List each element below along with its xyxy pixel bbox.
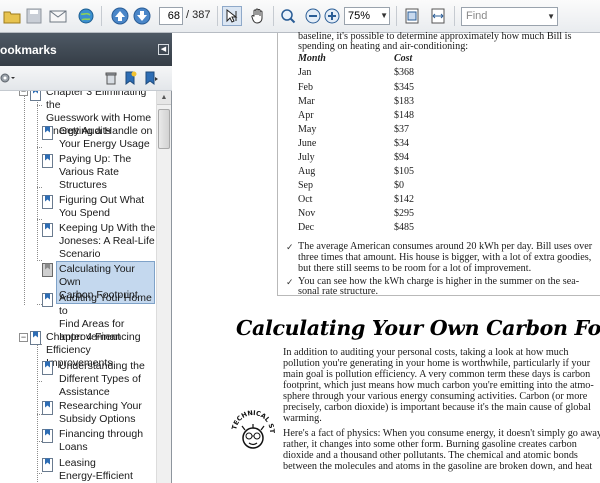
- bookmark-icon: [30, 91, 41, 101]
- technical-stuff-icon: TECHNICAL STUFF: [227, 402, 276, 454]
- delete-trash-icon[interactable]: [103, 70, 119, 86]
- page-total-label: / 387: [186, 9, 211, 21]
- hand-tool-icon[interactable]: [248, 6, 268, 26]
- table-cell-month: Apr: [298, 110, 314, 121]
- table-cell-month: June: [298, 138, 317, 149]
- chevron-down-icon[interactable]: ▼: [547, 8, 555, 25]
- doc-text-line: but there still seems to be room for a l…: [298, 263, 532, 274]
- table-cell-month: Sep: [298, 180, 313, 191]
- bookmark-icon: [42, 429, 53, 443]
- table-cell-month: Feb: [298, 82, 313, 93]
- table-cell-month: Nov: [298, 208, 316, 219]
- bookmark-item-leasing[interactable]: Leasing Energy-Efficient: [59, 457, 133, 483]
- bookmark-icon: [30, 331, 41, 345]
- table-cell-month: Mar: [298, 96, 315, 107]
- table-cell-cost: $485: [394, 222, 414, 233]
- table-cell-cost: $295: [394, 208, 414, 219]
- chevron-down-icon: ▼: [380, 11, 388, 20]
- checkmark-bullet-icon: ✓: [286, 277, 294, 287]
- scroll-up-icon[interactable]: ▲: [157, 91, 171, 105]
- doc-text-line: between the molecules and atoms in the g…: [283, 461, 593, 472]
- table-header-month: Month: [298, 53, 326, 64]
- bookmarks-tree: − Chapter 3 Eliminating the Guesswork wi…: [0, 91, 156, 483]
- table-cell-month: Aug: [298, 166, 316, 177]
- table-cell-cost: $368: [394, 67, 414, 78]
- bookmark-icon: [42, 458, 53, 472]
- collapse-toggle[interactable]: −: [19, 333, 28, 342]
- bookmark-item-figuring-out[interactable]: Figuring Out What You Spend: [59, 194, 144, 220]
- bookmarks-scrollbar[interactable]: ▲: [156, 91, 171, 483]
- table-cell-cost: $183: [394, 96, 414, 107]
- new-bookmark-icon[interactable]: [122, 70, 138, 86]
- bookmark-item-researching[interactable]: Researching Your Subsidy Options: [59, 400, 142, 426]
- table-cell-month: July: [298, 152, 315, 163]
- bookmarks-panel-title: ookmarks: [0, 43, 57, 57]
- bookmark-icon: [42, 154, 53, 168]
- options-gear-icon[interactable]: [0, 70, 16, 86]
- expand-bookmark-icon[interactable]: [143, 70, 159, 86]
- table-header-cost: Cost: [394, 53, 413, 64]
- bookmark-icon: [42, 401, 53, 415]
- bookmark-item-getting-a-handle[interactable]: Getting a Handle on Your Energy Usage: [59, 125, 152, 151]
- marquee-zoom-icon[interactable]: [278, 6, 298, 26]
- doc-text-line: sonal rate structure.: [298, 286, 379, 297]
- table-cell-cost: $148: [394, 110, 414, 121]
- bookmark-item-paying-up[interactable]: Paying Up: The Various Rate Structures: [59, 153, 131, 192]
- table-cell-month: May: [298, 124, 317, 135]
- zoom-level-select[interactable]: 75% ▼: [344, 7, 390, 25]
- bookmark-icon: [42, 361, 53, 375]
- table-cell-cost: $34: [394, 138, 409, 149]
- bookmarks-panel-header: ookmarks ◀: [0, 33, 172, 66]
- table-cell-month: Jan: [298, 67, 312, 78]
- table-cell-month: Dec: [298, 222, 315, 233]
- next-page-icon[interactable]: [132, 6, 152, 26]
- doc-text-line: precisely, carbon dioxide) is important …: [283, 402, 591, 413]
- bookmark-item-understanding[interactable]: Understanding the Different Types of Ass…: [59, 360, 145, 399]
- bookmark-icon: [42, 293, 53, 307]
- previous-page-icon[interactable]: [110, 6, 130, 26]
- bookmark-icon: [42, 223, 53, 237]
- zoom-out-icon[interactable]: [303, 6, 323, 26]
- bookmark-icon: [42, 195, 53, 209]
- bookmarks-panel: ookmarks ◀ − Chapter 3 Eliminating the G…: [0, 33, 172, 483]
- find-input[interactable]: Find ▼: [461, 7, 558, 26]
- page-border: [277, 33, 278, 295]
- collaborate-globe-icon[interactable]: [76, 6, 96, 26]
- select-text-tool-icon[interactable]: [222, 6, 242, 26]
- table-cell-cost: $0: [394, 180, 404, 191]
- email-icon[interactable]: [48, 6, 68, 26]
- table-cell-cost: $142: [394, 194, 414, 205]
- page-number-input[interactable]: 68: [159, 7, 183, 25]
- table-cell-cost: $345: [394, 82, 414, 93]
- fit-width-icon[interactable]: [428, 6, 448, 26]
- scrollbar-thumb[interactable]: [158, 109, 170, 149]
- bookmarks-toolbar: [0, 66, 172, 91]
- bookmark-icon: [42, 263, 53, 277]
- bookmark-item-keeping-up[interactable]: Keeping Up With the Joneses: A Real-Life…: [59, 222, 155, 261]
- fit-page-icon[interactable]: [402, 6, 422, 26]
- zoom-in-icon[interactable]: [322, 6, 342, 26]
- collapse-panel-icon[interactable]: ◀: [158, 44, 169, 55]
- section-heading: Calculating Your Own Carbon Footprint: [236, 316, 600, 340]
- main-toolbar: 68 / 387 75% ▼ Find ▼: [0, 0, 600, 33]
- doc-text-line: spending on heating and air-conditioning…: [298, 41, 469, 52]
- checkmark-bullet-icon: ✓: [286, 242, 294, 252]
- bookmark-icon: [42, 126, 53, 140]
- open-folder-icon[interactable]: [2, 6, 22, 26]
- table-cell-cost: $94: [394, 152, 409, 163]
- doc-text-line: warming.: [283, 413, 322, 424]
- save-icon[interactable]: [24, 6, 44, 26]
- collapse-toggle[interactable]: −: [19, 91, 28, 96]
- bookmark-item-financing[interactable]: Financing through Loans: [59, 428, 143, 454]
- table-cell-month: Oct: [298, 194, 313, 205]
- table-cell-cost: $105: [394, 166, 414, 177]
- table-cell-cost: $37: [394, 124, 409, 135]
